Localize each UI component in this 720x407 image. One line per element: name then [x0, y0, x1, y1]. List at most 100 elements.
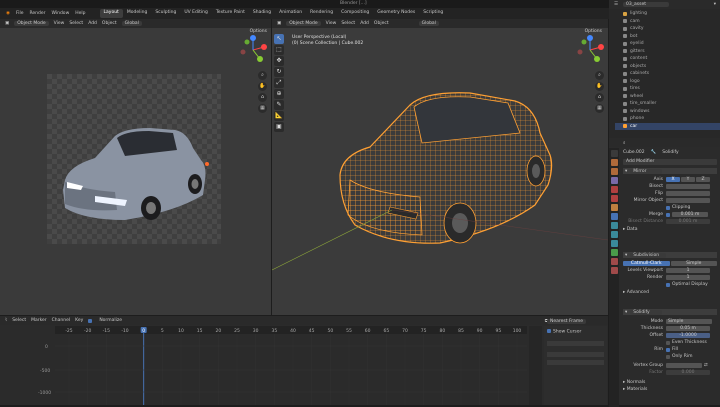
blender-logo-icon[interactable]: ◉: [6, 11, 10, 16]
list-item[interactable]: tires: [623, 85, 720, 93]
render-levels-field[interactable]: 1: [666, 275, 710, 280]
expand-chevron-icon[interactable]: ▾: [625, 310, 627, 315]
materials-subpanel[interactable]: ▸ Materials: [623, 387, 717, 394]
list-item[interactable]: lighting: [623, 10, 720, 18]
tab-uv-editing[interactable]: UV Editing: [180, 9, 211, 18]
annotate-tool-icon[interactable]: ✎: [274, 100, 284, 110]
tab-geometry-nodes[interactable]: Geometry Nodes: [373, 9, 419, 18]
world-tab-icon[interactable]: [610, 195, 618, 202]
constraints-tab-icon[interactable]: [610, 240, 618, 247]
scale-tool-icon[interactable]: ⤢: [274, 78, 284, 88]
filter-icon[interactable]: ▾: [714, 2, 716, 7]
camera-icon[interactable]: ⌂: [258, 93, 267, 102]
list-item[interactable]: phone: [623, 115, 720, 123]
physics-tab-icon[interactable]: [610, 231, 618, 238]
axis-z-toggle[interactable]: Z: [696, 177, 710, 182]
main-orientation-dropdown[interactable]: Global: [418, 21, 439, 26]
subdivision-name-field[interactable]: Subdivision: [630, 252, 667, 258]
menu-window[interactable]: Window: [52, 11, 70, 16]
list-item[interactable]: cavity: [623, 25, 720, 33]
list-item[interactable]: content: [623, 55, 720, 63]
modifier-tab-icon[interactable]: [610, 213, 618, 220]
timeline-scroll-region[interactable]: [529, 326, 542, 405]
mirror-modifier-header[interactable]: ▾ Mirror: [623, 168, 717, 174]
move-tool-icon[interactable]: ✥: [274, 56, 284, 66]
invert-arrows-icon[interactable]: ⇄: [704, 363, 708, 368]
list-item[interactable]: wheel: [623, 93, 720, 101]
view-layer-tab-icon[interactable]: [610, 177, 618, 184]
tab-rendering[interactable]: Rendering: [306, 9, 337, 18]
tab-scripting[interactable]: Scripting: [419, 9, 447, 18]
tab-sculpting[interactable]: Sculpting: [151, 9, 180, 18]
offset-field[interactable]: -1.0000: [666, 333, 710, 338]
optimal-display-checkbox[interactable]: [666, 282, 670, 287]
list-item[interactable]: tire_smaller: [623, 100, 720, 108]
tab-compositing[interactable]: Compositing: [337, 9, 373, 18]
main-menu-object[interactable]: Object: [374, 21, 389, 26]
mode-dropdown[interactable]: Simple: [666, 319, 712, 324]
bisect-toggles[interactable]: [666, 184, 710, 189]
factor-field[interactable]: 0.000: [666, 370, 710, 375]
bisect-distance-field[interactable]: 0.001 m: [666, 219, 710, 224]
left-menu-select[interactable]: Select: [69, 21, 83, 26]
tab-animation[interactable]: Animation: [275, 9, 306, 18]
timeline-menu-channel[interactable]: Channel: [52, 318, 70, 323]
main-menu-select[interactable]: Select: [341, 21, 355, 26]
solidify-name-field[interactable]: Solidify: [630, 309, 663, 315]
list-item-selected[interactable]: car: [615, 122, 720, 130]
axis-y-toggle[interactable]: Y: [681, 177, 695, 182]
graph-editor-icon[interactable]: ⌇: [5, 318, 7, 323]
menu-render[interactable]: Render: [29, 11, 45, 16]
advanced-subpanel[interactable]: ▸ Advanced: [623, 290, 717, 297]
main-navigation-gizmo-icon[interactable]: [575, 35, 605, 65]
transform-tool-icon[interactable]: ⊕: [274, 89, 284, 99]
list-item[interactable]: logo: [623, 78, 720, 86]
only-rim-checkbox[interactable]: [666, 354, 670, 359]
main-menu-view[interactable]: View: [326, 21, 337, 26]
main-editor-type-icon[interactable]: ▣: [277, 21, 281, 26]
tab-texture-paint[interactable]: Texture Paint: [212, 9, 249, 18]
material-tab-icon[interactable]: [610, 258, 618, 265]
catmull-clark-toggle[interactable]: Catmull-Clark: [623, 261, 670, 266]
left-mode-dropdown[interactable]: Object Mode: [14, 21, 49, 26]
main-mode-dropdown[interactable]: Object Mode: [286, 21, 321, 26]
left-menu-view[interactable]: View: [54, 21, 65, 26]
grid-icon[interactable]: ▦: [258, 104, 267, 113]
list-item[interactable]: cabinets: [623, 70, 720, 78]
graph-area[interactable]: -25 -20 -15 -10 0 5 10 15 20 25 30 35 40 45 50 55 60 65 70…: [55, 326, 527, 405]
axis-x-toggle[interactable]: X: [666, 177, 680, 182]
object-tab-icon[interactable]: [610, 204, 618, 211]
levels-viewport-field[interactable]: 1: [666, 268, 710, 273]
timeline-menu-key[interactable]: Key: [75, 318, 83, 323]
solidify-modifier-header[interactable]: ▾ Solidify: [623, 309, 717, 315]
cursor-value-field[interactable]: [547, 351, 604, 357]
main-menu-add[interactable]: Add: [360, 21, 369, 26]
fill-checkbox[interactable]: [666, 347, 670, 352]
tool-tab-icon[interactable]: [610, 150, 618, 157]
outliner-search-field[interactable]: 03_asset: [623, 2, 670, 7]
clipping-checkbox[interactable]: [666, 205, 670, 210]
list-item[interactable]: windows: [623, 108, 720, 116]
tab-shading[interactable]: Shading: [249, 9, 275, 18]
main-options-button[interactable]: Options: [585, 29, 602, 34]
menu-file[interactable]: File: [16, 11, 24, 16]
merge-distance-field[interactable]: 0.001 m: [672, 212, 708, 217]
tab-layout[interactable]: Layout: [99, 9, 123, 18]
zoom-icon[interactable]: ⌕: [258, 71, 267, 80]
show-cursor-checkbox[interactable]: [547, 329, 551, 333]
normalize-checkbox[interactable]: [88, 318, 93, 323]
list-item[interactable]: bot: [623, 33, 720, 41]
add-cube-tool-icon[interactable]: ▣: [274, 122, 284, 132]
outliner-editor-icon[interactable]: ☰: [614, 2, 618, 7]
list-item[interactable]: objects: [623, 63, 720, 71]
texture-tab-icon[interactable]: [610, 267, 618, 274]
mirror-object-field[interactable]: [666, 198, 710, 203]
main-grid-icon[interactable]: ▦: [595, 104, 604, 113]
list-item[interactable]: cam: [623, 18, 720, 26]
mirror-name-field[interactable]: Mirror: [630, 168, 663, 174]
left-orientation-dropdown[interactable]: Global: [121, 21, 142, 26]
add-modifier-button[interactable]: Add Modifier: [623, 159, 717, 165]
timeline-menu-marker[interactable]: Marker: [31, 318, 47, 323]
simple-toggle[interactable]: Simple: [670, 261, 717, 266]
pan-hand-icon[interactable]: ✋: [258, 82, 267, 91]
